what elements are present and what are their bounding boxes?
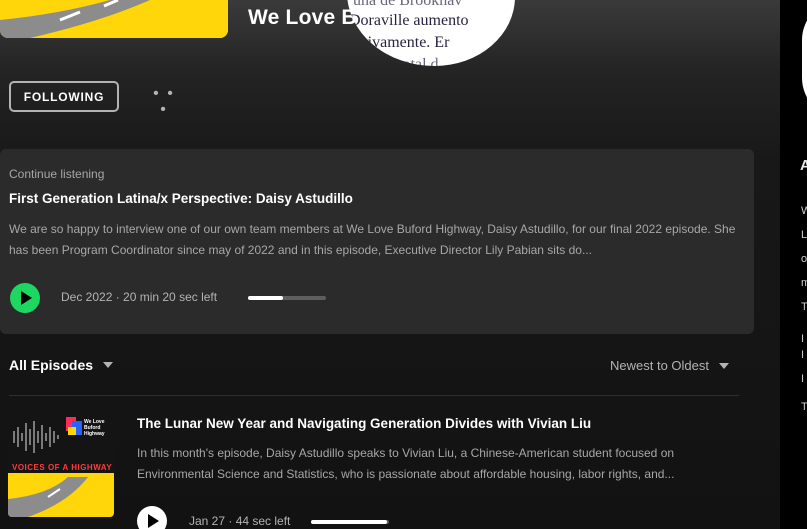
play-icon	[148, 514, 159, 528]
continue-listening-card[interactable]: Continue listening First Generation Lati…	[0, 149, 754, 334]
chevron-down-icon	[719, 362, 729, 369]
panel-text: I	[801, 373, 805, 385]
episode-description: We are so happy to interview one of our …	[9, 222, 736, 257]
panel-text: I	[801, 333, 805, 345]
episode-meta: Dec 2022 · 20 min 20 sec left	[61, 290, 218, 304]
overlay-line: a total d	[387, 56, 439, 66]
panel-text: W	[801, 205, 807, 217]
overlay-blob: una de Brookhav Doraville aumento ectiva…	[347, 0, 515, 66]
progress-fill	[248, 296, 284, 300]
episode-title[interactable]: First Generation Latina/x Perspective: D…	[9, 191, 353, 206]
artwork-brand: We Love Buford Highway	[84, 419, 105, 437]
all-episodes-dropdown[interactable]: All Episodes	[9, 357, 114, 373]
artwork-title: VOICES OF A HIGHWAY	[12, 463, 112, 472]
episode-title[interactable]: The Lunar New Year and Navigating Genera…	[137, 416, 591, 431]
episode-meta: Jan 27 · 44 sec left	[189, 514, 291, 528]
chevron-down-icon	[103, 362, 114, 368]
sort-label: Newest to Oldest	[610, 358, 709, 373]
episode-description: In this month's episode, Daisy Astudillo…	[137, 446, 675, 481]
panel-text: I	[801, 349, 805, 361]
panel-heading: A	[800, 157, 807, 174]
continue-listening-label: Continue listening	[9, 167, 105, 181]
panel-text: m	[801, 277, 807, 289]
episode-artwork[interactable]: We Love Buford Highway VOICES OF A HIGHW…	[8, 411, 114, 517]
progress-fill	[311, 520, 387, 524]
overlay-line: una de Brookhav	[353, 0, 463, 9]
all-episodes-label: All Episodes	[9, 357, 94, 373]
play-icon	[21, 291, 32, 305]
progress-bar	[248, 296, 326, 300]
following-button[interactable]: FOLLOWING	[9, 81, 119, 112]
play-button[interactable]	[137, 506, 167, 529]
show-cover-art	[0, 0, 228, 38]
panel-text: T	[801, 301, 807, 313]
more-options-icon[interactable]: • • •	[148, 86, 180, 118]
sort-dropdown[interactable]: Newest to Oldest	[610, 358, 729, 373]
progress-bar	[311, 520, 389, 524]
panel-text: T	[801, 401, 807, 413]
panel-text: o	[801, 253, 807, 265]
play-button[interactable]	[10, 283, 40, 313]
overlay-line: ectivamente. Er	[349, 34, 450, 51]
panel-image	[802, 0, 807, 118]
panel-text: L	[801, 229, 807, 241]
overlay-line: Doraville aumento	[349, 12, 469, 29]
divider	[9, 395, 739, 396]
right-side-panel: A W L o m T I I I T	[780, 0, 807, 529]
podcast-show-page: We Love Buford Highway una de Brookhav D…	[0, 0, 807, 529]
